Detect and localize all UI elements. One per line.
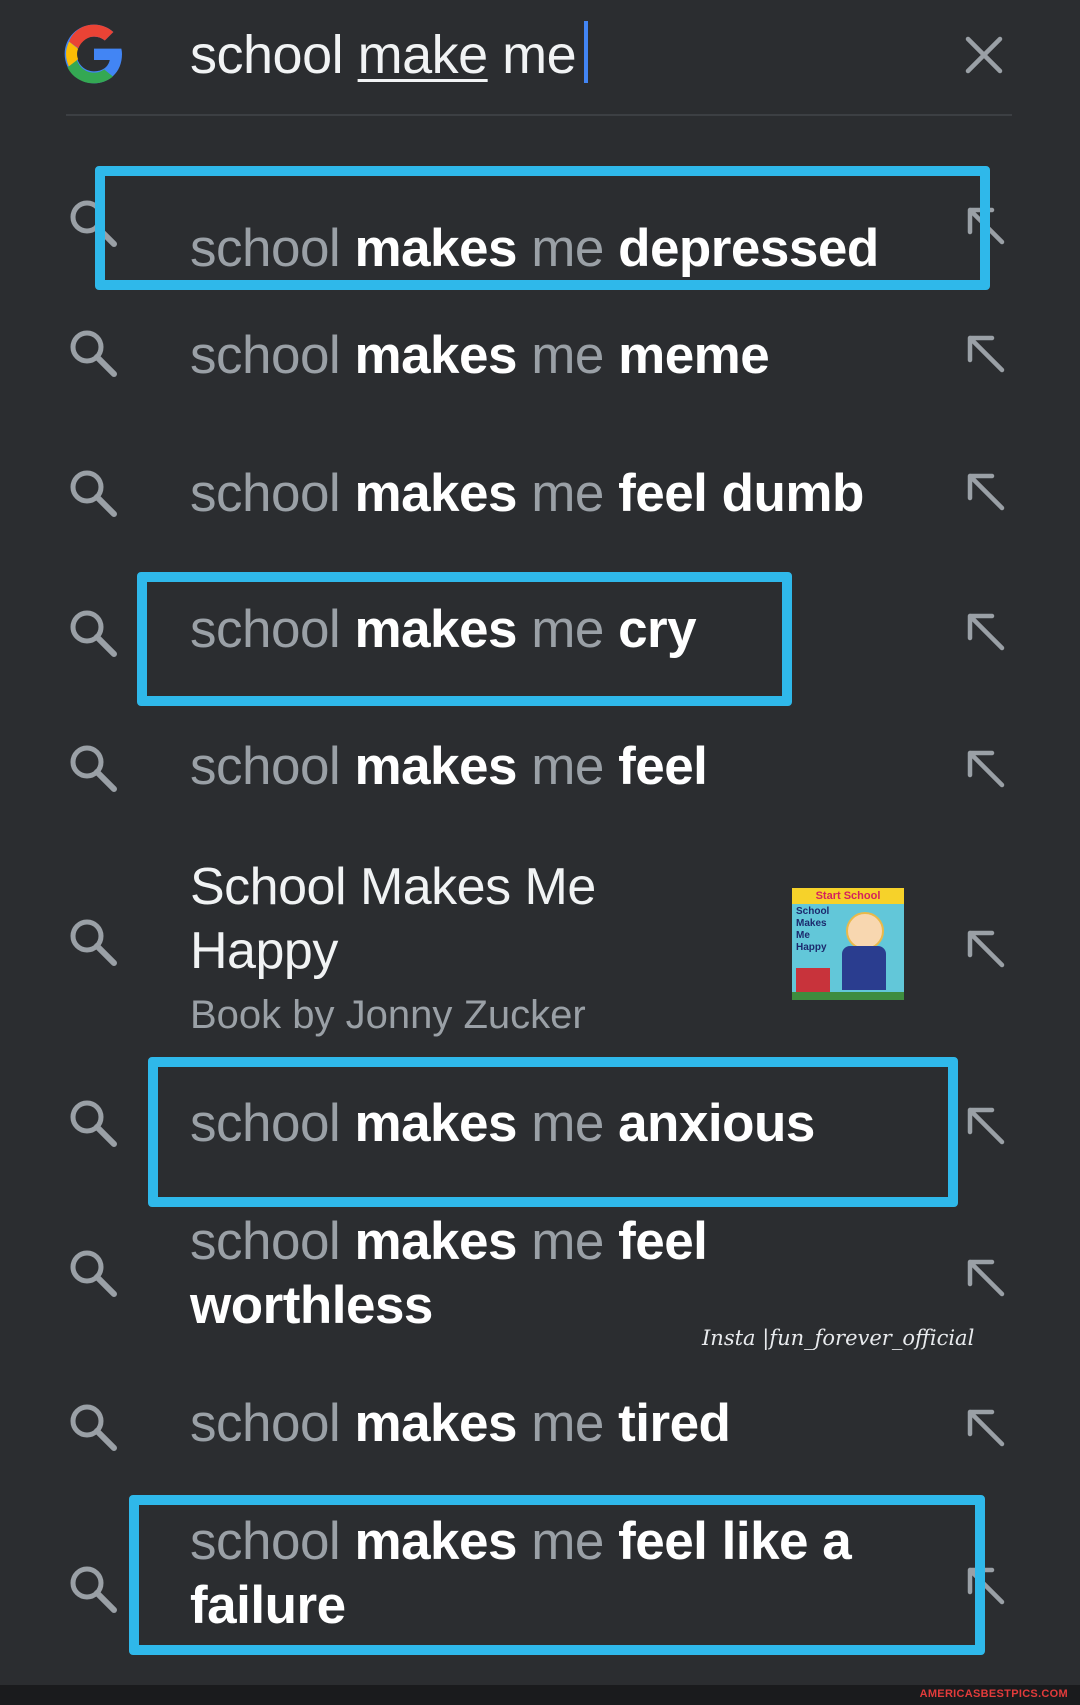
query-text-plain: school <box>190 25 344 85</box>
book-cover-banner: Start School <box>792 888 904 904</box>
book-cover-character-body <box>842 946 886 990</box>
search-input[interactable]: school make me <box>190 20 589 90</box>
search-icon <box>70 1100 117 1147</box>
close-icon[interactable] <box>962 33 1006 77</box>
text-caret <box>584 21 589 83</box>
suggestion-text: school makes me feel worthless <box>190 1212 708 1335</box>
arrow-up-left-icon[interactable] <box>962 745 1008 791</box>
footer-credit: AMERICASBESTPICS.COM <box>919 1688 1068 1700</box>
highlight-box <box>148 1057 958 1207</box>
book-cover-house <box>796 968 830 994</box>
google-logo-icon <box>64 24 122 84</box>
suggestion-item[interactable]: school makes me feel dumb <box>0 430 1080 560</box>
search-icon <box>70 919 117 966</box>
suggestion-item-book[interactable]: School Makes Me Happy Book by Jonny Zuck… <box>0 845 1080 1045</box>
suggestion-text: school makes me meme <box>190 326 770 385</box>
search-icon <box>70 1250 117 1297</box>
arrow-up-left-icon[interactable] <box>962 1404 1008 1450</box>
arrow-up-left-icon[interactable] <box>962 468 1008 514</box>
search-icon <box>70 610 117 657</box>
suggestion-text: school makes me feel dumb <box>190 464 864 523</box>
search-icon <box>70 745 117 792</box>
suggestion-item[interactable]: school makes me tired <box>0 1360 1080 1490</box>
footer-bar: AMERICASBESTPICS.COM <box>0 1685 1080 1705</box>
suggestion-text: school makes me tired <box>190 1394 731 1453</box>
search-bar: school make me <box>0 0 1080 116</box>
book-cover-label: School Makes Me Happy <box>796 906 830 953</box>
watermark: Insta |fun_forever_official <box>702 1326 975 1350</box>
book-cover-thumbnail: Start School School Makes Me Happy <box>792 888 904 1000</box>
search-icon <box>70 470 117 517</box>
search-icon <box>70 1404 117 1451</box>
suggestion-item[interactable]: school makes me meme <box>0 290 1080 420</box>
arrow-up-left-icon[interactable] <box>962 1254 1008 1300</box>
divider <box>66 114 1012 116</box>
search-icon <box>70 1566 117 1613</box>
suggestion-text: school makes me feel <box>190 737 708 796</box>
book-title: School Makes Me Happy <box>190 858 596 980</box>
highlight-box <box>95 166 990 290</box>
book-cover-character-head <box>846 912 884 950</box>
highlight-box <box>129 1495 985 1655</box>
query-text-tail: me <box>502 25 577 85</box>
book-subtitle: Book by Jonny Zucker <box>190 993 586 1037</box>
arrow-up-left-icon[interactable] <box>962 925 1008 971</box>
arrow-up-left-icon[interactable] <box>962 330 1008 376</box>
book-cover-ground <box>792 992 904 1000</box>
query-text-underlined: make <box>357 25 489 85</box>
highlight-box <box>137 572 792 706</box>
search-icon <box>70 330 117 377</box>
suggestion-item[interactable]: school makes me feel <box>0 705 1080 835</box>
arrow-up-left-icon[interactable] <box>962 608 1008 654</box>
arrow-up-left-icon[interactable] <box>962 1102 1008 1148</box>
